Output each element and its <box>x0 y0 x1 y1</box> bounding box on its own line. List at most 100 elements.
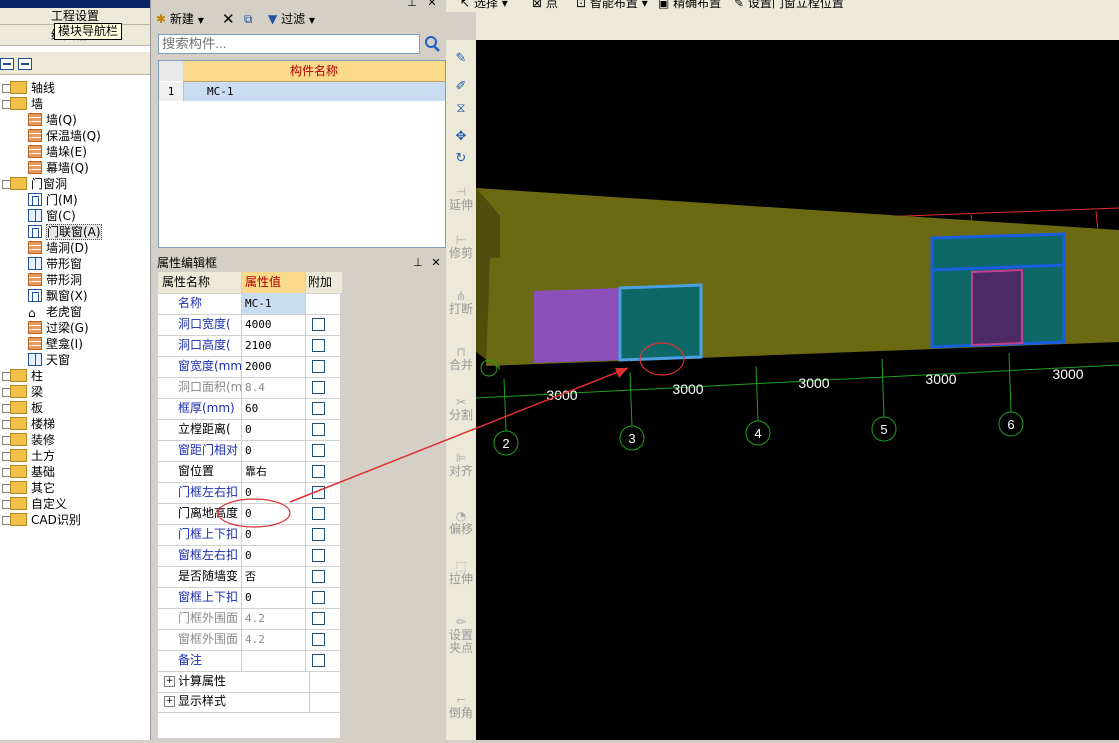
stretch-tool[interactable]: ⬚ 拉伸 <box>446 560 476 586</box>
attach-checkbox[interactable] <box>312 549 325 562</box>
attach-checkbox[interactable] <box>312 528 325 541</box>
tree-item[interactable]: 墙 <box>2 96 43 112</box>
point-tool-button[interactable]: ⊠ 点 <box>532 0 558 11</box>
search-input[interactable] <box>158 34 420 54</box>
match-icon[interactable]: ✐ <box>454 80 468 94</box>
set-grip-tool[interactable]: ✏ 设置夹点 <box>446 616 476 655</box>
property-row[interactable]: 窗宽度(mm) 2000 <box>158 356 340 378</box>
tree-item[interactable]: 带形窗 <box>28 256 82 272</box>
tree-item[interactable]: 幕墙(Q) <box>28 160 89 176</box>
property-row[interactable]: 门框左右扣 0 <box>158 482 340 504</box>
property-row[interactable]: 框厚(mm) 60 <box>158 398 340 420</box>
tree-item[interactable]: 墙洞(D) <box>28 240 89 256</box>
group-display-style[interactable]: + 显示样式 <box>158 691 340 713</box>
property-row[interactable]: 洞口宽度(4000 <box>158 314 340 336</box>
move-icon[interactable]: ✥ <box>454 130 468 144</box>
tree-item[interactable]: 其它 <box>2 480 55 496</box>
property-row[interactable]: 立樘距离(0 <box>158 419 340 441</box>
property-row[interactable]: 门框外围面 4.2 <box>158 608 340 630</box>
property-value[interactable]: 否 <box>242 566 306 587</box>
attach-checkbox[interactable] <box>312 633 325 646</box>
tree-item[interactable]: 轴线 <box>2 80 55 96</box>
brush-icon[interactable]: ✎ <box>454 52 468 66</box>
property-row[interactable]: 名称 MC-1 <box>158 293 340 315</box>
property-value[interactable]: 0 <box>242 482 306 503</box>
delete-icon[interactable]: ✕ <box>222 8 235 30</box>
chamfer-tool[interactable]: ⌐ 倒角 <box>446 694 476 720</box>
precise-place-button[interactable]: ▣ 精确布置 <box>658 0 721 11</box>
new-component-button[interactable]: ✱ 新建 ▼ <box>156 8 204 30</box>
tree-item[interactable]: 土方 <box>2 448 55 464</box>
split-tool[interactable]: ✂ 分割 <box>446 396 476 422</box>
tree-item[interactable]: 梁 <box>2 384 43 400</box>
property-row[interactable]: 备注 <box>158 650 340 672</box>
property-row[interactable]: 窗框上下扣 0 <box>158 587 340 609</box>
offset-tool[interactable]: ◔ 偏移 <box>446 510 476 536</box>
rotate-icon[interactable]: ↻ <box>454 152 468 166</box>
property-value[interactable]: MC-1 <box>242 293 306 314</box>
tree-item[interactable]: 过梁(G) <box>28 320 89 336</box>
tree-item[interactable]: 墙垛(E) <box>28 144 87 160</box>
tree-item[interactable]: 门(M) <box>28 192 78 208</box>
property-value[interactable]: 0 <box>242 545 306 566</box>
mirror-icon[interactable]: ⧖ <box>454 102 468 116</box>
property-value[interactable]: 0 <box>242 524 306 545</box>
property-value[interactable]: 4000 <box>242 314 306 335</box>
property-value[interactable]: 60 <box>242 398 306 419</box>
smart-place-button[interactable]: ⊡ 智能布置 ▾ <box>576 0 648 11</box>
merge-tool[interactable]: ⊓ 合并 <box>446 346 476 372</box>
tree-item[interactable]: 墙(Q) <box>28 112 77 128</box>
property-row[interactable]: 窗位置 靠右 <box>158 461 340 483</box>
selected-opening[interactable] <box>618 283 703 362</box>
property-row[interactable]: 窗框外围面 4.2 <box>158 629 340 651</box>
attach-checkbox[interactable] <box>312 612 325 625</box>
tree-item[interactable]: CAD识别 <box>2 512 81 528</box>
attach-checkbox[interactable] <box>312 339 325 352</box>
attach-checkbox[interactable] <box>312 591 325 604</box>
tree-item[interactable]: 飘窗(X) <box>28 288 88 304</box>
attach-checkbox[interactable] <box>312 423 325 436</box>
purple-opening[interactable] <box>534 288 620 363</box>
table-row[interactable]: 1 MC-1 <box>159 82 445 101</box>
property-row[interactable]: 窗框左右扣 0 <box>158 545 340 567</box>
collapse-all-icon[interactable] <box>0 58 14 70</box>
attach-checkbox[interactable] <box>312 381 325 394</box>
tree-item[interactable]: 带形洞 <box>28 272 82 288</box>
property-row[interactable]: 门离地高度 0 <box>158 503 340 525</box>
property-value[interactable] <box>242 650 306 671</box>
door-panel[interactable] <box>971 268 1023 347</box>
tree-item[interactable]: 楼梯 <box>2 416 55 432</box>
property-row[interactable]: 洞口面积(m 8.4 <box>158 377 340 399</box>
property-value[interactable]: 4.2 <box>242 629 306 650</box>
property-value[interactable]: 4.2 <box>242 608 306 629</box>
tree-item[interactable]: 板 <box>2 400 43 416</box>
tree-item[interactable]: 壁龛(I) <box>28 336 83 352</box>
tree-item[interactable]: 柱 <box>2 368 43 384</box>
attach-checkbox[interactable] <box>312 360 325 373</box>
property-row[interactable]: 是否随墙变否 <box>158 566 340 588</box>
property-row[interactable]: 洞口高度(2100 <box>158 335 340 357</box>
drawing-canvas[interactable]: 2 3 4 5 6 3000 3000 3000 3000 3000 <box>475 40 1119 740</box>
column-header-component-name[interactable]: 构件名称 <box>183 61 445 82</box>
tree-item[interactable]: 门联窗(A) <box>28 224 102 240</box>
attach-checkbox[interactable] <box>312 507 325 520</box>
set-frame-position-button[interactable]: ✎ 设置门窗立樘位置 <box>734 0 844 11</box>
trim-tool[interactable]: ⊢ 修剪 <box>446 234 476 260</box>
attach-checkbox[interactable] <box>312 402 325 415</box>
tree-item[interactable]: 装修 <box>2 432 55 448</box>
tree-item[interactable]: 基础 <box>2 464 55 480</box>
select-tool-button[interactable]: ↖ 选择 ▾ <box>460 0 508 11</box>
tree-item[interactable]: 门窗洞 <box>2 176 67 192</box>
extend-tool[interactable]: ⊣ 延伸 <box>446 186 476 212</box>
pin-icon[interactable]: ⊥ <box>412 257 424 269</box>
attach-checkbox[interactable] <box>312 486 325 499</box>
filter-button[interactable]: ▼ 过滤 ▼ <box>268 8 315 30</box>
property-row[interactable]: 窗距门相对 0 <box>158 440 340 462</box>
property-value[interactable]: 靠右 <box>242 461 306 482</box>
expand-all-icon[interactable] <box>18 58 32 70</box>
tree-item[interactable]: 窗(C) <box>28 208 76 224</box>
property-value[interactable]: 0 <box>242 419 306 440</box>
align-tool[interactable]: ⊫ 对齐 <box>446 452 476 478</box>
property-value[interactable]: 8.4 <box>242 377 306 398</box>
property-value[interactable]: 0 <box>242 440 306 461</box>
